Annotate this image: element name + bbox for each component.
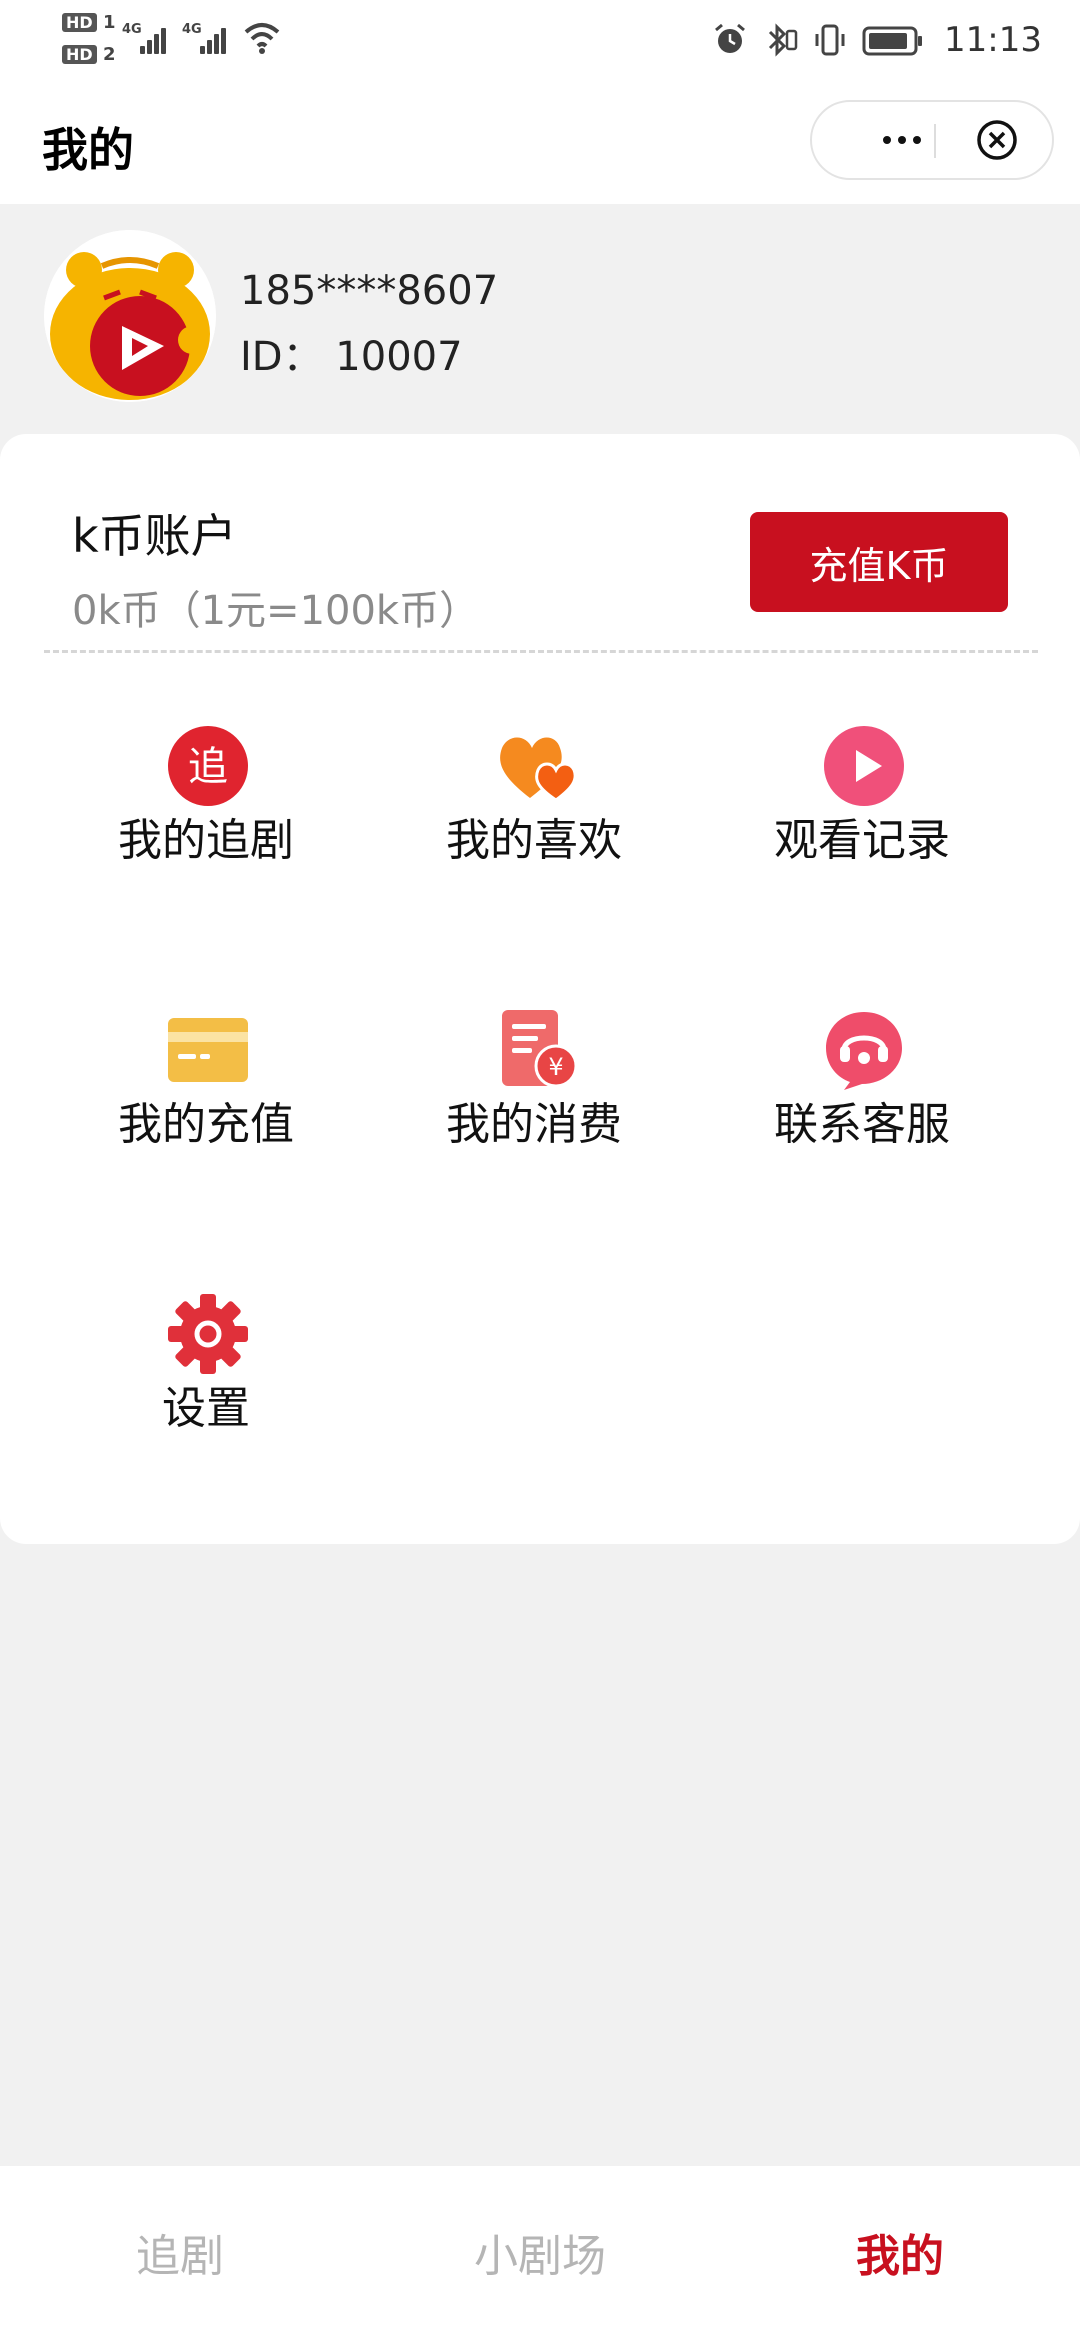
clock: 11:13 [944, 20, 1042, 60]
menu-item-label: 观看记录 [774, 815, 950, 866]
hd2-indicator: HD 2 [62, 44, 115, 65]
more-dot-icon [898, 136, 906, 144]
mini-program-capsule [810, 100, 1054, 180]
headset-icon [826, 1012, 902, 1090]
more-dot-icon [913, 136, 921, 144]
title-bar: 我的 [0, 80, 1080, 204]
bill-yuan-icon: ¥ [502, 1010, 578, 1088]
menu-item-label: 我的追剧 [118, 815, 294, 866]
hearts-icon [500, 737, 577, 802]
gear-icon [168, 1294, 248, 1374]
status-bar: HD 1 HD 2 4G 4G 11:13 [0, 0, 1080, 80]
menu-item-label: 设置 [162, 1383, 250, 1434]
status-right: 11:13 [712, 18, 1042, 62]
menu-item-follow[interactable]: 追 我的追剧 [56, 724, 356, 894]
svg-text:追: 追 [188, 744, 228, 790]
tab-follow[interactable]: 追剧 [60, 2220, 300, 2284]
tab-mine[interactable]: 我的 [780, 2220, 1020, 2284]
tab-theater[interactable]: 小剧场 [420, 2220, 660, 2284]
alarm-icon [715, 23, 745, 53]
menu-item-settings[interactable]: 设置 [56, 1292, 356, 1462]
battery-icon [862, 26, 923, 56]
more-dot-icon [883, 136, 891, 144]
account-balance: 0k币（1元=100k币） [72, 588, 480, 634]
page-title: 我的 [42, 123, 134, 177]
avatar[interactable] [44, 230, 216, 402]
hd1-indicator: HD 1 [62, 12, 115, 33]
signal-1-icon: 4G [122, 18, 172, 54]
play-circle-icon [824, 726, 904, 806]
menu-item-recharge[interactable]: 我的充值 [56, 1008, 356, 1178]
user-phone: 185****8607 [240, 268, 499, 314]
mascot-avatar-icon [44, 230, 216, 402]
bluetooth-vibrate-icon [768, 23, 798, 57]
bottom-tab-bar: 追剧 小剧场 我的 [0, 2166, 1080, 2340]
svg-text:¥: ¥ [548, 1053, 563, 1081]
menu-item-history[interactable]: 观看记录 [712, 724, 1012, 894]
menu-item-support[interactable]: 联系客服 [712, 1008, 1012, 1178]
menu-item-label: 我的充值 [118, 1099, 294, 1150]
card-icon [168, 1018, 248, 1082]
account-card: k币账户 0k币（1元=100k币） 充值K币 追 我的追剧 我的喜欢 观看记录 [0, 434, 1080, 1544]
vibrate-icon [815, 24, 845, 56]
menu-item-likes[interactable]: 我的喜欢 [384, 724, 684, 894]
recharge-button[interactable]: 充值K币 [750, 512, 1008, 612]
menu-item-spending[interactable]: ¥ 我的消费 [384, 1008, 684, 1178]
wifi-icon [244, 23, 280, 54]
user-id: ID： 10007 [240, 334, 463, 380]
menu-item-label: 联系客服 [774, 1099, 950, 1150]
close-button[interactable] [975, 118, 1019, 162]
more-button[interactable] [852, 102, 952, 178]
dashed-divider [44, 650, 1038, 653]
signal-2-icon: 4G [182, 18, 232, 54]
capsule-divider [934, 124, 936, 158]
account-title: k币账户 [72, 509, 237, 563]
menu-item-label: 我的喜欢 [446, 815, 622, 866]
menu-item-label: 我的消费 [446, 1099, 622, 1150]
follow-badge-icon: 追 [168, 726, 248, 806]
